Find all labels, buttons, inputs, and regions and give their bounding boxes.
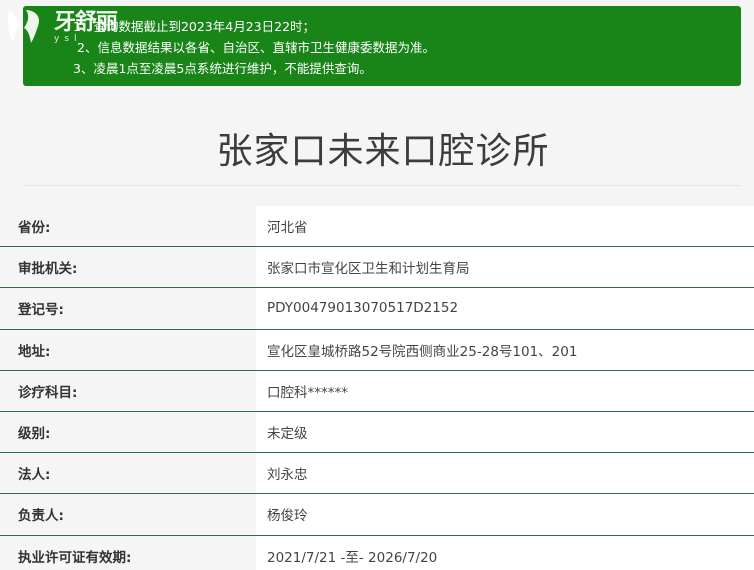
info-value: 杨俊玲 (256, 494, 754, 535)
notice-banner: 1、查询数据截止到2023年4月23日22时； 2、信息数据结果以各省、自治区、… (23, 6, 741, 86)
title-divider (23, 185, 741, 186)
info-row-address: 地址: 宣化区皇城桥路52号院西侧商业25-28号101、201 (0, 329, 754, 371)
info-row-province: 省份: 河北省 (0, 206, 754, 248)
info-label: 执业许可证有效期: (0, 535, 256, 570)
info-label: 诊疗科目: (0, 370, 256, 411)
info-row-license-validity: 执业许可证有效期: 2021/7/21 -至- 2026/7/20 (0, 535, 754, 570)
notice-line: 2、信息数据结果以各省、自治区、直辖市卫生健康委数据为准。 (77, 40, 435, 55)
info-label: 负责人: (0, 494, 256, 535)
info-table: 省份: 河北省 审批机关: 张家口市宣化区卫生和计划生育局 登记号: PDY00… (0, 206, 754, 570)
info-value: 2021/7/21 -至- 2026/7/20 (256, 535, 754, 570)
info-label: 地址: (0, 329, 256, 370)
info-row-departments: 诊疗科目: 口腔科****** (0, 370, 754, 412)
notice-line: 1、查询数据截止到2023年4月23日22时； (73, 19, 316, 34)
page-title: 张家口未来口腔诊所 (216, 131, 550, 172)
notice-line: 3、凌晨1点至凌晨5点系统进行维护，不能提供查询。 (73, 61, 372, 76)
info-label: 审批机关: (0, 247, 256, 288)
info-row-approval-authority: 审批机关: 张家口市宣化区卫生和计划生育局 (0, 247, 754, 289)
info-value: 张家口市宣化区卫生和计划生育局 (256, 247, 754, 288)
info-row-person-in-charge: 负责人: 杨俊玲 (0, 494, 754, 536)
info-row-level: 级别: 未定级 (0, 411, 754, 454)
info-label: 登记号: (0, 288, 256, 329)
info-value: 口腔科****** (256, 370, 754, 411)
info-label: 级别: (0, 411, 256, 453)
info-label: 法人: (0, 453, 256, 494)
info-row-legal-person: 法人: 刘永忠 (0, 453, 754, 495)
info-value: 未定级 (256, 411, 754, 453)
info-label: 省份: (0, 206, 256, 247)
page: 1、查询数据截止到2023年4月23日22时； 2、信息数据结果以各省、自治区、… (0, 0, 754, 570)
info-value: 宣化区皇城桥路52号院西侧商业25-28号101、201 (256, 329, 754, 370)
info-value: 刘永忠 (256, 453, 754, 494)
info-value: 河北省 (256, 206, 754, 247)
info-row-registration-number: 登记号: PDY00479013070517D2152 (0, 288, 754, 330)
info-value: PDY00479013070517D2152 (256, 288, 754, 329)
